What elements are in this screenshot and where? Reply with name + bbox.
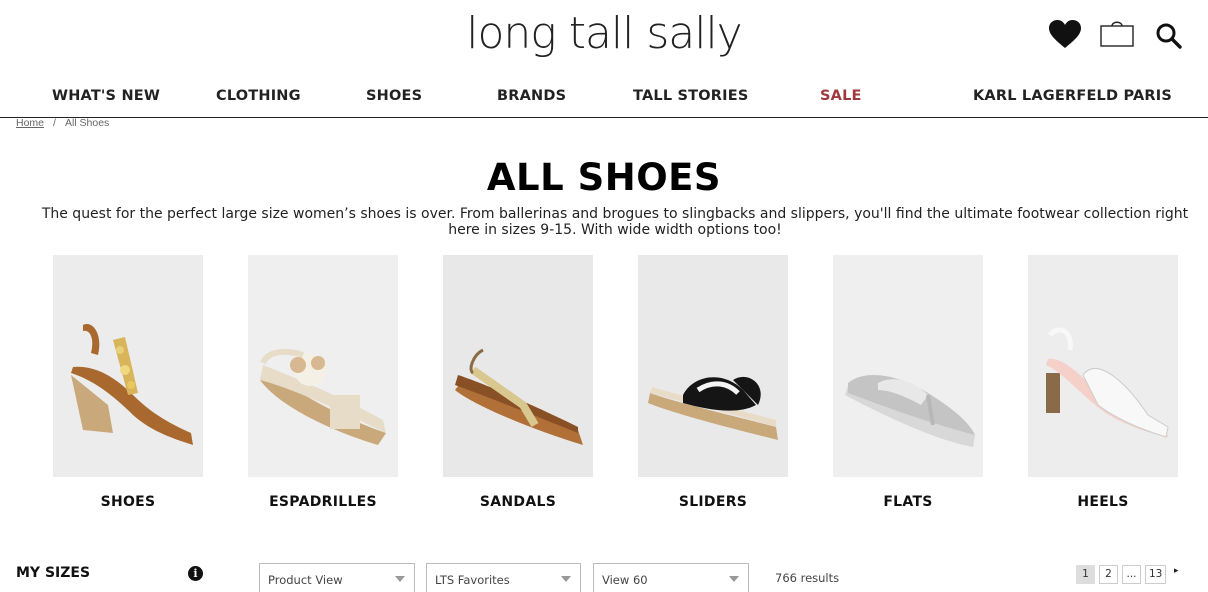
chevron-down-icon (561, 576, 571, 582)
category-label-sandals[interactable]: SANDALS (418, 494, 618, 510)
per-page-select[interactable]: View 60 (593, 563, 749, 592)
page-button-2[interactable]: 2 (1099, 565, 1118, 584)
category-tile-sandals[interactable]: SANDALS (443, 255, 593, 510)
category-image-heels[interactable] (1028, 255, 1178, 477)
category-label-shoes[interactable]: SHOES (28, 494, 228, 510)
site-header: long tall sally (0, 0, 1208, 80)
page-ellipsis: ... (1122, 565, 1141, 584)
heart-icon[interactable] (1048, 19, 1082, 49)
category-tile-sliders[interactable]: SLIDERS (638, 255, 788, 510)
my-sizes-heading[interactable]: MY SIZES (16, 565, 90, 581)
category-image-sandals[interactable] (443, 255, 593, 477)
main-nav: WHAT'S NEW CLOTHING SHOES BRANDS TALL ST… (0, 88, 1208, 116)
nav-whats-new[interactable]: WHAT'S NEW (52, 88, 160, 104)
next-page-icon[interactable]: ▸ (1174, 566, 1179, 576)
product-view-select[interactable]: Product View (259, 563, 415, 592)
category-tile-espadrilles[interactable]: ESPADRILLES (248, 255, 398, 510)
category-label-flats[interactable]: FLATS (808, 494, 1008, 510)
chevron-down-icon (395, 576, 405, 582)
nav-brands[interactable]: BRANDS (497, 88, 566, 104)
category-image-sliders[interactable] (638, 255, 788, 477)
breadcrumb: Home / All Shoes (16, 117, 109, 129)
page-button-1[interactable]: 1 (1076, 565, 1095, 584)
nav-sale[interactable]: SALE (820, 88, 862, 104)
per-page-value: View 60 (602, 573, 648, 587)
category-tile-heels[interactable]: HEELS (1028, 255, 1178, 510)
category-label-sliders[interactable]: SLIDERS (613, 494, 813, 510)
breadcrumb-separator: / (53, 117, 56, 129)
info-icon[interactable]: i (188, 566, 203, 581)
breadcrumb-current: All Shoes (64, 117, 110, 129)
product-view-value: Product View (268, 573, 343, 587)
results-count: 766 results (775, 571, 840, 585)
category-image-espadrilles[interactable] (248, 255, 398, 477)
category-label-espadrilles[interactable]: ESPADRILLES (223, 494, 423, 510)
site-logo[interactable]: long tall sally (0, 6, 1208, 62)
category-tile-flats[interactable]: FLATS (833, 255, 983, 510)
nav-tall-stories[interactable]: TALL STORIES (633, 88, 748, 104)
page-button-13[interactable]: 13 (1145, 565, 1167, 584)
nav-clothing[interactable]: CLOTHING (216, 88, 301, 104)
page-title: ALL SHOES (486, 156, 722, 199)
category-image-shoes[interactable] (53, 255, 203, 477)
nav-karl-lagerfeld-paris[interactable]: KARL LAGERFELD PARIS (973, 88, 1172, 104)
search-icon[interactable] (1155, 22, 1183, 50)
bag-icon[interactable] (1100, 20, 1134, 48)
breadcrumb-home[interactable]: Home (16, 117, 44, 129)
sort-select[interactable]: LTS Favorites (426, 563, 581, 592)
nav-divider (0, 117, 1208, 118)
sort-value: LTS Favorites (435, 573, 510, 587)
page-intro: The quest for the perfect large size wom… (41, 206, 1189, 238)
chevron-down-icon (729, 576, 739, 582)
category-tile-shoes[interactable]: SHOES (53, 255, 203, 510)
category-label-heels[interactable]: HEELS (1003, 494, 1203, 510)
category-image-flats[interactable] (833, 255, 983, 477)
nav-shoes[interactable]: SHOES (366, 88, 422, 104)
